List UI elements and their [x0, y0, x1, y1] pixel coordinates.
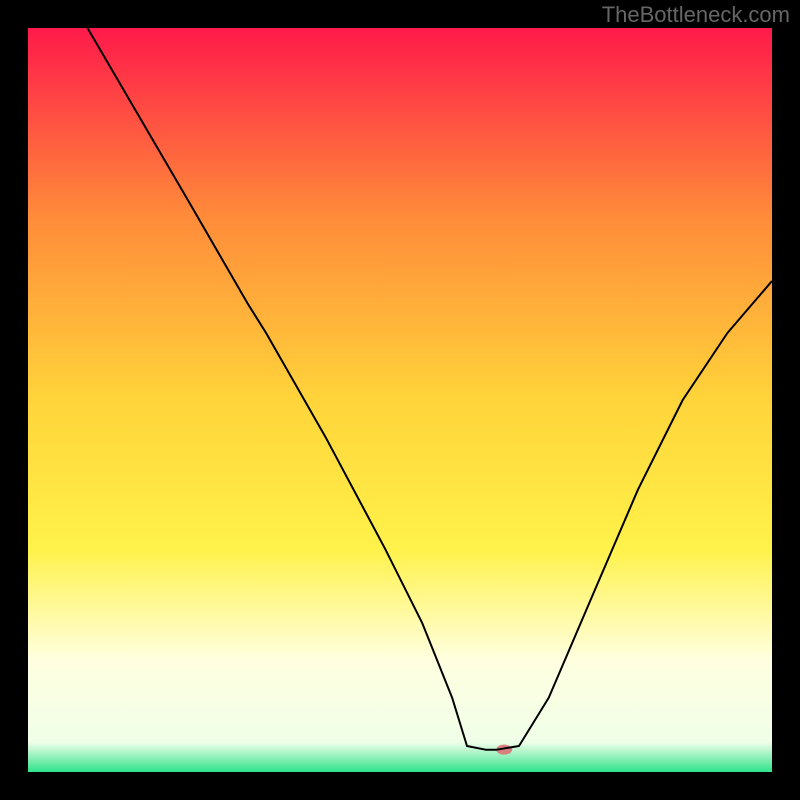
watermark-label: TheBottleneck.com: [602, 2, 790, 28]
chart-svg: [0, 0, 800, 800]
bottleneck-chart: TheBottleneck.com: [0, 0, 800, 800]
plot-area: [28, 28, 772, 772]
